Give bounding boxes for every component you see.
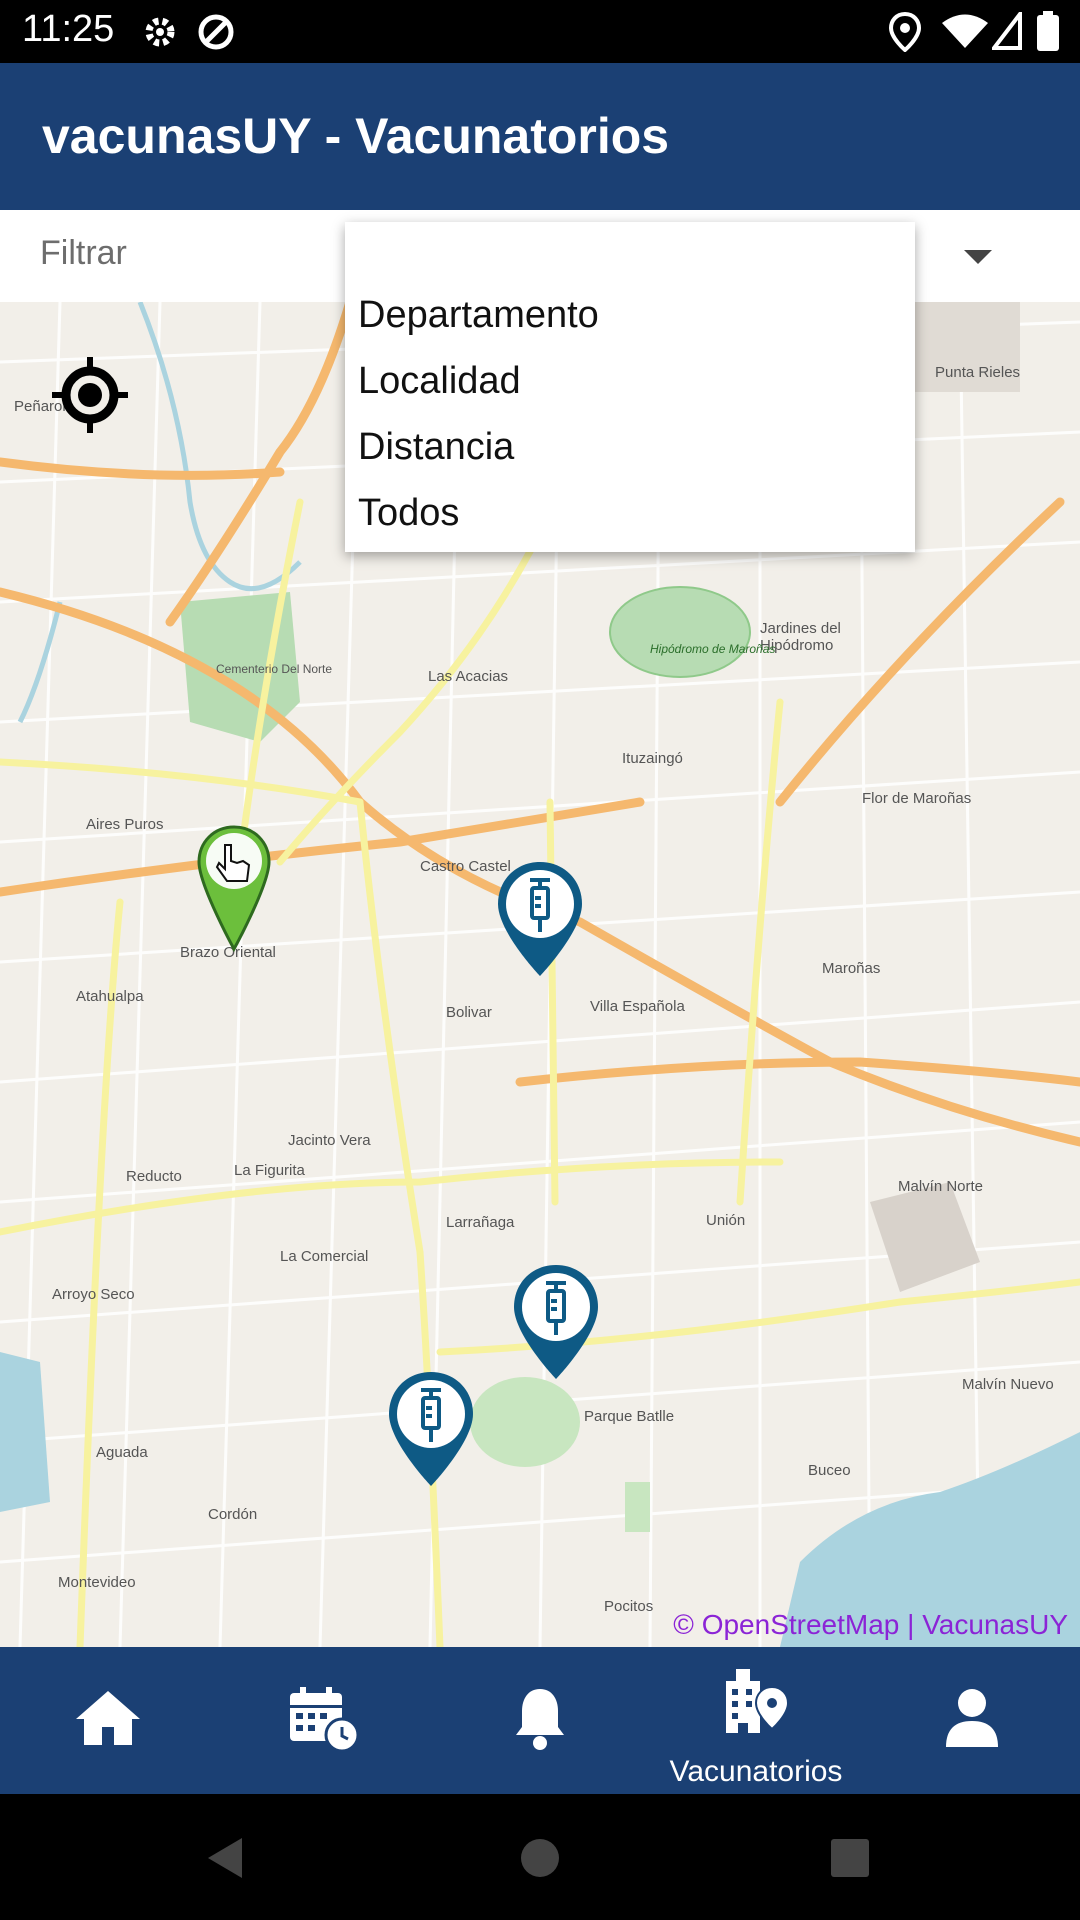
system-nav-bar [0, 1794, 1080, 1920]
recents-icon[interactable] [830, 1838, 870, 1878]
place-label: Montevideo [58, 1574, 136, 1591]
filter-dropdown-menu: Departamento Localidad Distancia Todos [345, 222, 915, 552]
place-label: Villa Española [590, 998, 685, 1015]
bottom-nav: Vacunatorios [0, 1647, 1080, 1794]
locate-me-button[interactable] [48, 353, 132, 437]
nav-calendar[interactable] [216, 1647, 432, 1794]
place-label: Buceo [808, 1462, 851, 1479]
dropdown-option-todos[interactable]: Todos [358, 492, 459, 535]
place-label: Pocitos [604, 1598, 654, 1615]
nav-notifications[interactable] [432, 1647, 648, 1794]
app-bar: vacunasUY - Vacunatorios [0, 63, 1080, 210]
vacunatorios-icon [726, 1669, 790, 1733]
user-location-marker[interactable] [197, 825, 271, 953]
place-label: Cementerio Del Norte [216, 662, 333, 676]
location-icon [888, 12, 922, 52]
nav-home[interactable] [0, 1647, 216, 1794]
place-label: Atahualpa [76, 988, 144, 1005]
settings-icon [145, 17, 175, 47]
status-time: 11:25 [22, 8, 115, 50]
place-label: Larrañaga [446, 1214, 515, 1231]
bell-icon [516, 1689, 564, 1750]
place-label: Aguada [96, 1444, 148, 1461]
battery-icon [1037, 11, 1059, 51]
place-label: Hipódromo de Maroñas [650, 642, 776, 656]
filter-label: Filtrar [40, 234, 127, 272]
wifi-icon [942, 14, 988, 48]
place-label: Parque Batlle [584, 1408, 675, 1425]
dropdown-option-distancia[interactable]: Distancia [358, 426, 514, 469]
nav-vacunatorios[interactable]: Vacunatorios [648, 1647, 864, 1794]
nav-vacunatorios-label: Vacunatorios [669, 1755, 843, 1788]
place-label: Unión [706, 1212, 746, 1229]
dropdown-option-localidad[interactable]: Localidad [358, 360, 521, 403]
calendar-icon [290, 1687, 360, 1753]
place-label: Cordón [208, 1506, 258, 1523]
place-label: Jacinto Vera [288, 1132, 371, 1149]
vacunatorio-marker[interactable] [495, 860, 585, 978]
place-label: Maroñas [822, 960, 881, 977]
place-label: Aires Puros [86, 816, 164, 833]
place-label: Reducto [126, 1168, 182, 1185]
app-title: vacunasUY - Vacunatorios [42, 108, 670, 164]
vacunatorio-marker[interactable] [511, 1263, 601, 1381]
status-bar: 11:25 [0, 0, 1080, 63]
place-label: La Comercial [280, 1248, 369, 1265]
place-label: Ituzaingó [622, 750, 683, 767]
place-label: Las Acacias [428, 668, 509, 685]
vacunatorio-marker[interactable] [386, 1370, 476, 1488]
place-label: Punta Rieles [935, 364, 1021, 381]
dropdown-arrow-icon[interactable] [962, 248, 994, 266]
place-label: Malvín Norte [898, 1178, 984, 1195]
signal-icon [992, 12, 1022, 50]
user-icon [946, 1689, 998, 1747]
place-label: Malvín Nuevo [962, 1376, 1054, 1393]
home-icon [76, 1691, 140, 1745]
vpn-icon [198, 14, 234, 50]
map-attribution[interactable]: © OpenStreetMap | VacunasUY [673, 1609, 1068, 1641]
place-label: Bolivar [446, 1004, 492, 1021]
nav-profile[interactable] [864, 1647, 1080, 1794]
place-label: Flor de Maroñas [862, 790, 972, 807]
place-label: Arroyo Seco [52, 1286, 135, 1303]
back-icon[interactable] [206, 1836, 246, 1880]
dropdown-option-departamento[interactable]: Departamento [358, 294, 599, 337]
home-circle-icon[interactable] [520, 1838, 560, 1878]
place-label: La Figurita [234, 1162, 305, 1179]
